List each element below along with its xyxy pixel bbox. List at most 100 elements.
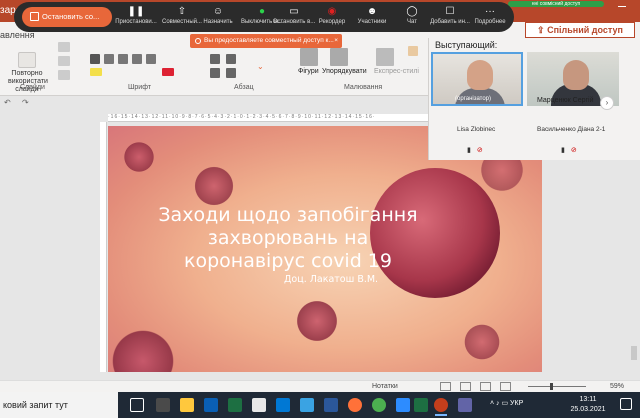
strikethrough-icon[interactable] [132,54,142,64]
pause-sharing-button[interactable]: ❚❚ Приостанови... [114,5,158,25]
italic-icon[interactable] [104,54,114,64]
file-explorer-icon[interactable] [180,398,194,412]
virus-image [192,164,236,208]
recorder-button[interactable]: ◉ Рекордер [310,5,354,25]
slide-thumbnails-pane[interactable] [0,110,96,380]
excel-icon[interactable] [414,398,428,412]
video-caption: Марценюк Сергій [537,97,594,104]
slideshow-icon[interactable] [500,382,511,391]
mic-muted-icon: ⊘ [570,147,577,154]
align-center-icon[interactable] [226,68,236,78]
video-tile[interactable]: (організатор) [431,52,523,106]
zoom-icon[interactable] [396,398,410,412]
slide-author[interactable]: Доц. Лакатош В.М. [284,274,378,285]
more-icon: ··· [485,6,495,17]
font-color-icon[interactable] [162,68,174,76]
highlight-icon[interactable] [90,68,102,76]
zoom-thumb[interactable] [550,383,553,390]
shapes-icon[interactable] [300,48,318,66]
stop-sharing-button[interactable]: Остановить со... [22,7,112,27]
add-label: Добавить ин... [430,19,470,25]
vertical-scrollbar[interactable] [630,126,638,372]
clock-date: 25.03.2021 [570,406,606,413]
system-tray[interactable]: ˄ ♪ ▭ УКР [490,399,523,407]
word-icon[interactable] [324,398,338,412]
reading-view-icon[interactable] [480,382,491,391]
underline-icon[interactable] [118,54,128,64]
taskbar-search[interactable]: ковий запит тут [0,392,118,418]
quick-styles-label[interactable]: Експрес-стилі [374,68,419,75]
chrome-icon[interactable] [372,398,386,412]
share-button[interactable]: ⇪ Спільний доступ [525,22,635,38]
person-face [563,60,589,90]
quick-access: ↶ ↷ [0,96,110,110]
window-controls[interactable] [604,0,640,22]
shape-fill-icon[interactable] [408,46,418,56]
notes-button[interactable]: Нотатки [372,383,398,390]
meeting-toolbar: Остановить со... ❚❚ Приостанови... ⇧ Совме… [14,2,514,32]
slide-title[interactable]: Заходи щодо запобігання захворювань на к… [148,204,428,273]
app-icon[interactable] [156,398,170,412]
arrange-icon[interactable] [330,48,348,66]
info-icon [195,38,201,44]
sharing-notice-text: Вы предоставляете совместный доступ к... [204,37,334,44]
excel-icon[interactable] [228,398,242,412]
stop-icon [30,12,39,21]
group-label-paragraph: Абзац [234,84,254,91]
teams-icon[interactable] [458,398,472,412]
numbering-icon[interactable] [226,54,236,64]
shapes-label[interactable]: Фігури [298,68,319,75]
app-icon[interactable] [252,398,266,412]
redo-icon[interactable]: ↷ [22,98,29,107]
powerpoint-icon[interactable] [434,398,448,416]
normal-view-icon[interactable] [440,382,451,391]
virus-image [108,326,178,372]
speaker-panel-title: Выступающий: [435,40,498,50]
edge-icon[interactable] [276,398,290,412]
section-icon[interactable] [58,70,70,80]
zoom-level[interactable]: 59% [610,383,624,390]
chevron-right-icon[interactable]: › [600,96,614,110]
scroll-thumb[interactable] [631,346,637,360]
align-left-icon[interactable] [210,68,220,78]
participants-label: Участники [357,19,387,25]
participant-controls: ▮ ⊘ [467,146,483,154]
quick-styles-icon[interactable] [376,48,394,66]
participants-button[interactable]: ☻ Участники [350,5,394,25]
mail-icon[interactable] [204,398,218,412]
reset-icon[interactable] [58,56,70,66]
slide-sorter-icon[interactable] [460,382,471,391]
recorder-label: Рекордер [318,19,346,25]
bullets-icon[interactable] [210,54,220,64]
participant-name: Lisa Zlobinec [457,126,496,133]
more-button[interactable]: ··· Подробнее [468,5,512,25]
arrange-label[interactable]: Упорядкувати [322,68,367,75]
zoom-slider[interactable] [528,383,586,390]
slide-canvas[interactable]: Заходи щодо запобігання захворювань на к… [108,126,542,372]
layout-icon[interactable] [58,42,70,52]
add-participants-button[interactable]: ☐ Добавить ин... [428,5,472,25]
person-face [467,60,493,90]
group-label-drawing: Малювання [344,84,383,91]
clock[interactable]: 13:11 25.03.2021 [565,395,611,415]
task-view-icon[interactable] [130,398,144,412]
shadow-icon[interactable] [146,54,156,64]
share-button-label: Спільний доступ [547,25,623,35]
clock-time: 13:11 [579,396,597,403]
chevron-down-icon[interactable]: ⌄ [257,62,264,71]
sharing-notice[interactable]: Вы предоставляете совместный доступ к...… [190,34,342,48]
more-label: Подробнее [474,19,506,25]
language-indicator[interactable]: УКР [510,400,523,407]
undo-icon[interactable]: ↶ [4,98,11,107]
app-icon[interactable] [300,398,314,412]
reuse-slides-icon [18,52,36,68]
assign-button[interactable]: ☺ Назначить [196,5,240,25]
bold-icon[interactable] [90,54,100,64]
group-label-slides: Слайди [20,84,45,91]
chevron-up-icon[interactable]: ˄ ♪ ▭ [490,400,510,407]
close-icon[interactable]: × [334,34,338,48]
notification-icon[interactable] [620,398,632,410]
firefox-icon[interactable] [348,398,362,412]
stop-sharing-label: Остановить со... [42,12,100,21]
chat-label: Чат [407,19,417,25]
